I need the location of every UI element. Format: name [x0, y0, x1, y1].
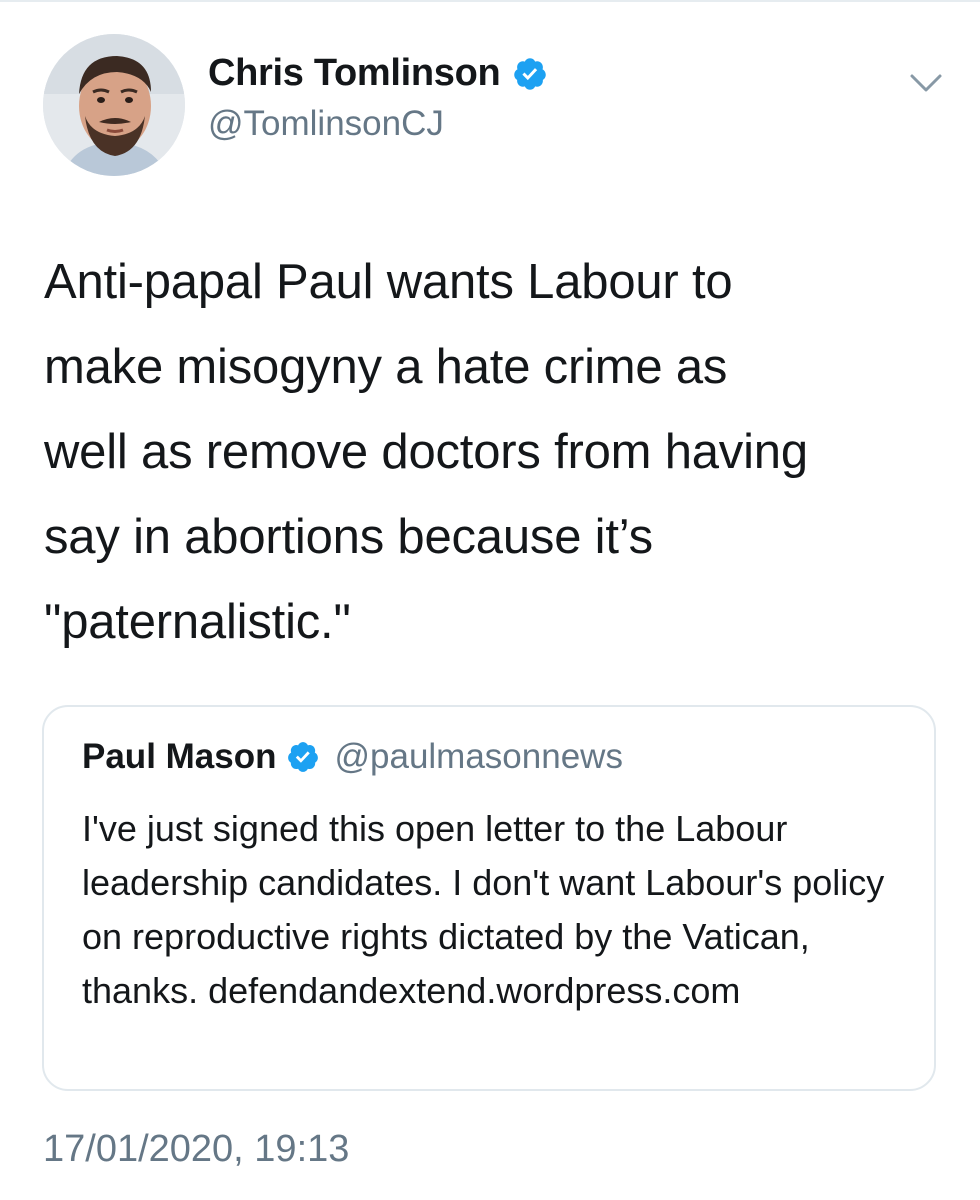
avatar[interactable] — [43, 34, 185, 176]
chevron-down-icon[interactable] — [904, 64, 948, 104]
top-divider — [0, 0, 980, 2]
tweet-timestamp[interactable]: 17/01/2020, 19:13 — [43, 1128, 349, 1171]
author-name-row[interactable]: Chris Tomlinson — [208, 52, 548, 95]
author-display-name[interactable]: Chris Tomlinson — [208, 52, 501, 95]
quoted-author-handle: @paulmasonnews — [334, 737, 623, 776]
quoted-tweet-header: Paul Mason @paulmasonnews — [82, 737, 623, 777]
author-handle[interactable]: @TomlinsonCJ — [208, 104, 444, 144]
tweet-text: Anti-papal Paul wants Labour to make mis… — [44, 255, 808, 649]
quoted-author-name: Paul Mason — [82, 737, 277, 776]
quoted-tweet-card[interactable]: Paul Mason @paulmasonnews I've just sign… — [42, 705, 936, 1091]
verified-badge-icon — [286, 740, 320, 774]
quoted-tweet-text: I've just signed this open letter to the… — [82, 808, 885, 1011]
verified-badge-icon — [512, 56, 548, 92]
avatar-image — [43, 34, 185, 176]
